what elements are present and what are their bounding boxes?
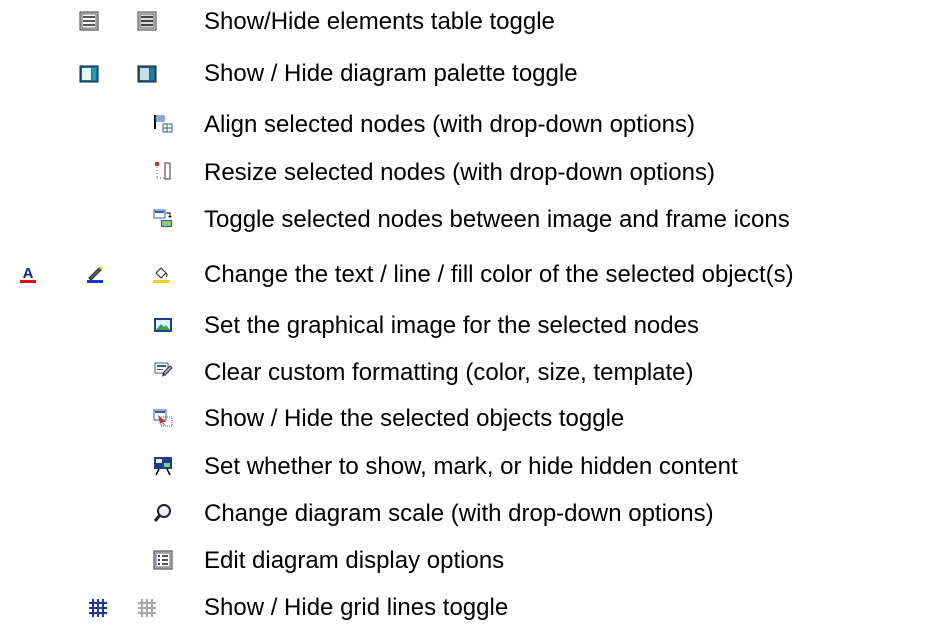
legend-label: Edit diagram display options	[204, 547, 505, 574]
legend-row-display-options: Edit diagram display options	[0, 541, 943, 581]
legend-label: Show / Hide the selected objects toggle	[204, 405, 625, 432]
legend-row-elements-table: Show/Hide elements table toggle	[0, 2, 943, 42]
svg-text:A: A	[23, 265, 34, 282]
legend-label: Clear custom formatting (color, size, te…	[204, 359, 694, 386]
diagram-palette-pressed-icon[interactable]	[137, 64, 157, 84]
line-color-icon[interactable]	[85, 264, 105, 284]
legend-label: Resize selected nodes (with drop-down op…	[204, 159, 715, 186]
legend-label: Set the graphical image for the selected…	[204, 312, 699, 339]
resize-nodes-icon[interactable]	[153, 161, 173, 181]
legend-row-diagram-scale: Change diagram scale (with drop-down opt…	[0, 494, 943, 534]
fill-color-icon[interactable]	[151, 264, 171, 284]
text-color-icon[interactable]: A	[18, 264, 38, 284]
legend-label: Show / Hide grid lines toggle	[204, 594, 509, 621]
legend-row-diagram-palette: Show / Hide diagram palette toggle	[0, 54, 943, 94]
legend-row-hide-selected: Show / Hide the selected objects toggle	[0, 399, 943, 439]
clear-formatting-icon[interactable]	[153, 361, 173, 381]
diagram-palette-icon[interactable]	[79, 64, 99, 84]
legend-row-grid-lines: Show / Hide grid lines toggle	[0, 588, 943, 628]
set-image-icon[interactable]	[153, 315, 173, 335]
toggle-image-frame-icon[interactable]	[153, 208, 173, 228]
align-nodes-icon[interactable]	[153, 114, 173, 134]
legend-row-hidden-content: Set whether to show, mark, or hide hidde…	[0, 447, 943, 487]
legend-label: Show / Hide diagram palette toggle	[204, 60, 578, 87]
display-options-icon[interactable]	[153, 550, 173, 570]
legend-row-align-nodes: Align selected nodes (with drop-down opt…	[0, 105, 943, 145]
zoom-icon[interactable]	[153, 503, 173, 523]
legend-row-set-image: Set the graphical image for the selected…	[0, 306, 943, 346]
elements-table-pressed-icon[interactable]	[137, 11, 157, 31]
legend-label: Toggle selected nodes between image and …	[204, 206, 790, 233]
legend-row-change-colors: A Change the text / line / fill color of…	[0, 255, 943, 295]
legend-row-toggle-image-frame: Toggle selected nodes between image and …	[0, 200, 943, 240]
grid-lines-icon[interactable]	[88, 598, 108, 618]
legend-label: Change the text / line / fill color of t…	[204, 261, 794, 288]
grid-lines-disabled-icon[interactable]	[137, 598, 157, 618]
legend-label: Align selected nodes (with drop-down opt…	[204, 111, 695, 138]
elements-table-icon[interactable]	[79, 11, 99, 31]
legend-label: Change diagram scale (with drop-down opt…	[204, 500, 714, 527]
legend-label: Show/Hide elements table toggle	[204, 8, 555, 35]
legend-label: Set whether to show, mark, or hide hidde…	[204, 453, 738, 480]
legend-row-clear-formatting: Clear custom formatting (color, size, te…	[0, 353, 943, 393]
legend-row-resize-nodes: Resize selected nodes (with drop-down op…	[0, 153, 943, 193]
hidden-content-icon[interactable]	[153, 456, 173, 476]
hide-selected-icon[interactable]	[153, 408, 173, 428]
